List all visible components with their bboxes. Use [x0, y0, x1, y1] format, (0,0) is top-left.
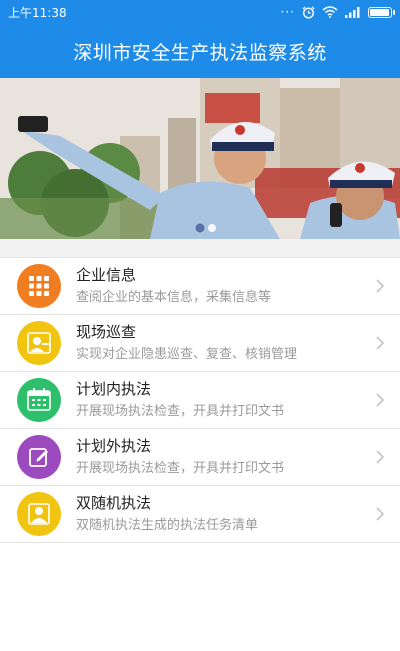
signal-icon	[345, 7, 360, 18]
section-divider	[0, 239, 400, 257]
status-bar: 上午11:38 ···	[0, 0, 400, 24]
grid-icon	[17, 264, 61, 308]
menu-item-enterprise-info[interactable]: 企业信息 查阅企业的基本信息，采集信息等	[0, 258, 400, 315]
carousel-dot-2	[208, 224, 216, 232]
wifi-icon	[322, 6, 338, 18]
chevron-right-icon	[376, 507, 385, 521]
carousel-dot-1	[195, 223, 205, 233]
banner-image	[0, 78, 400, 239]
menu-item-site-patrol[interactable]: 现场巡查 实现对企业隐患巡查、复查、核销管理	[0, 315, 400, 372]
app-bar: 深圳市安全生产执法监察系统	[0, 24, 400, 78]
menu-item-text: 双随机执法 双随机执法生成的执法任务清单	[76, 493, 258, 536]
chevron-right-icon	[376, 450, 385, 464]
menu-item-title: 企业信息	[76, 266, 137, 284]
page-title: 深圳市安全生产执法监察系统	[73, 41, 327, 64]
menu-item-text: 计划外执法 开展现场执法检查，开具并打印文书	[76, 436, 284, 479]
menu-item-unplanned-enforcement[interactable]: 计划外执法 开展现场执法检查，开具并打印文书	[0, 429, 400, 486]
inspector-icon	[17, 321, 61, 365]
menu-item-title: 计划外执法	[76, 437, 152, 455]
menu-item-text: 现场巡查 实现对企业隐患巡查、复查、核销管理	[76, 322, 297, 365]
chevron-right-icon	[376, 336, 385, 350]
chevron-right-icon	[376, 279, 385, 293]
menu-item-text: 计划内执法 开展现场执法检查，开具并打印文书	[76, 379, 284, 422]
empty-area	[0, 543, 400, 651]
status-icons: ···	[280, 5, 395, 19]
menu-item-subtitle: 开展现场执法检查，开具并打印文书	[76, 404, 285, 419]
menu-item-subtitle: 开展现场执法检查，开具并打印文书	[76, 461, 285, 476]
battery-icon	[368, 6, 395, 18]
banner-carousel[interactable]	[0, 78, 400, 239]
status-time: 上午11:38	[8, 5, 67, 20]
feature-menu: 企业信息 查阅企业的基本信息，采集信息等 现场巡查 实现对企业隐患巡查、复查、核…	[0, 257, 400, 543]
menu-item-title: 计划内执法	[76, 380, 152, 398]
menu-item-planned-enforcement[interactable]: 计划内执法 开展现场执法检查，开具并打印文书	[0, 372, 400, 429]
alarm-icon	[302, 6, 315, 19]
calendar-icon	[17, 378, 61, 422]
menu-item-subtitle: 实现对企业隐患巡查、复查、核销管理	[76, 347, 298, 362]
chevron-right-icon	[376, 393, 385, 407]
menu-item-subtitle: 查阅企业的基本信息，采集信息等	[76, 290, 272, 305]
menu-item-title: 现场巡查	[76, 323, 137, 341]
menu-item-text: 企业信息 查阅企业的基本信息，采集信息等	[76, 265, 271, 308]
person-icon	[17, 492, 61, 536]
menu-item-subtitle: 双随机执法生成的执法任务清单	[76, 518, 259, 533]
menu-item-title: 双随机执法	[76, 494, 152, 512]
menu-item-double-random-enforcement[interactable]: 双随机执法 双随机执法生成的执法任务清单	[0, 486, 400, 543]
edit-icon	[17, 435, 61, 479]
more-dots-icon: ···	[280, 5, 295, 19]
